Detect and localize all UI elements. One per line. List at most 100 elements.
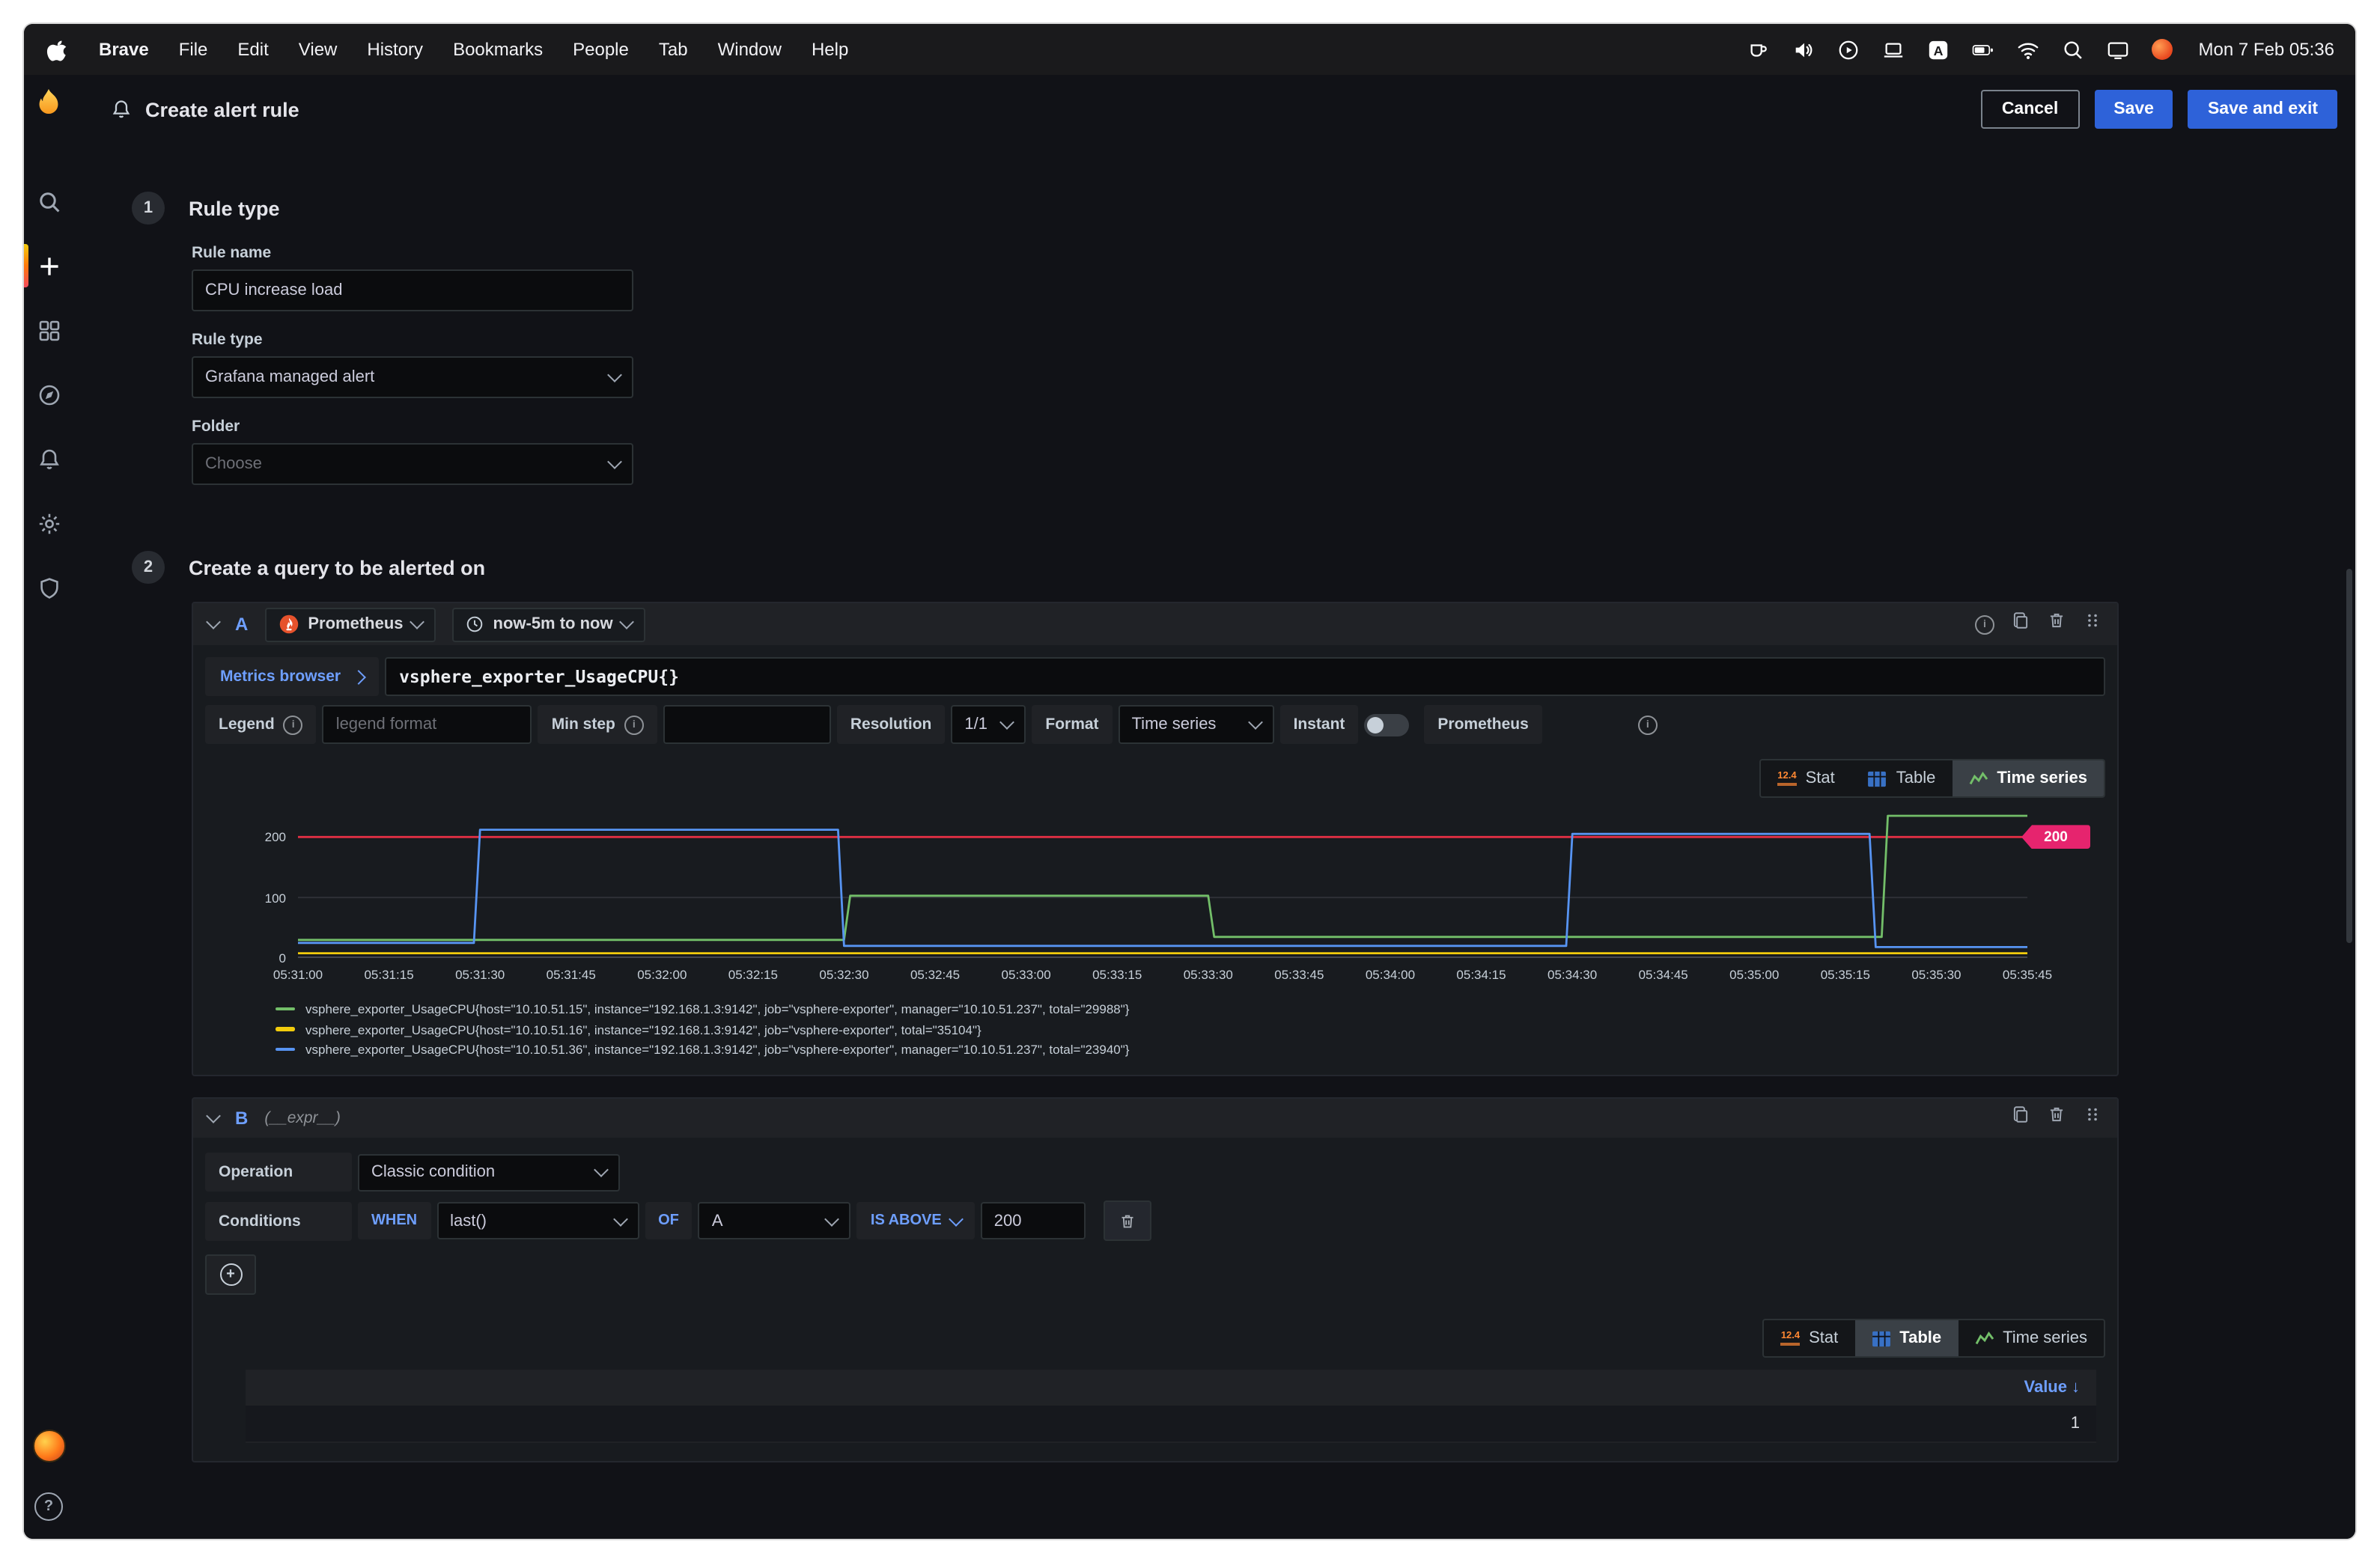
rule-name-label: Rule name [192,244,2355,262]
step-1-title: Rule type [189,197,280,219]
alert-bell-icon [111,99,132,120]
result-table-header[interactable]: Value↓ [246,1370,2096,1406]
menu-edit[interactable]: Edit [237,39,268,60]
timeseries-icon [1974,1330,1994,1346]
grafana-app: ? Create alert rule Cancel Save Save and… [24,75,2355,1539]
legend-item[interactable]: vsphere_exporter_UsageCPU{host="10.10.51… [276,1001,2105,1016]
cancel-button[interactable]: Cancel [1981,90,2079,129]
menu-tab[interactable]: Tab [659,39,688,60]
save-button[interactable]: Save [2094,90,2173,129]
rule-type-select[interactable]: Grafana managed alert [192,356,633,398]
format-select[interactable]: Time series [1119,705,1274,744]
legend-item[interactable]: vsphere_exporter_UsageCPU{host="10.10.51… [276,1022,2105,1037]
viz-stat-button[interactable]: 12.4Stat [1761,760,1851,796]
battery-icon[interactable] [1971,37,1995,61]
grafana-logo[interactable] [31,87,66,121]
operation-label: Operation [205,1153,352,1192]
scrollbar-thumb[interactable] [2346,569,2352,943]
help-icon[interactable]: ? [34,1492,63,1521]
operation-select[interactable]: Classic condition [358,1153,620,1191]
evaluator-select[interactable]: IS ABOVE [857,1202,975,1239]
viz-table-button[interactable]: Table [1854,1320,1958,1356]
info-icon[interactable]: i [284,715,303,734]
brave-profile-icon[interactable] [2151,37,2175,61]
menu-window[interactable]: Window [718,39,782,60]
spotlight-search-icon[interactable] [2061,37,2085,61]
legend-item[interactable]: vsphere_exporter_UsageCPU{host="10.10.51… [276,1042,2105,1057]
expression-b-panel: B (__expr__) Operation Classic c [192,1097,2119,1462]
threshold-input[interactable]: 200 [981,1202,1086,1239]
chevron-right-icon [350,669,365,684]
laptop-icon[interactable] [1881,37,1905,61]
delete-condition-button[interactable] [1104,1201,1151,1241]
threshold-handle[interactable]: 200 [2021,825,2090,849]
timeseries-chart: 010020005:31:0005:31:1505:31:3005:31:450… [205,813,2105,989]
sidebar-item-configuration[interactable] [24,491,73,555]
instant-toggle[interactable] [1364,713,1409,736]
sidebar-item-search[interactable] [24,169,73,234]
sidebar-item-alerting[interactable] [24,427,73,491]
alert-rule-form: 1 Rule type Rule name CPU increase load … [73,144,2355,1539]
add-condition-button[interactable]: + [205,1254,256,1295]
rule-name-input[interactable]: CPU increase load [192,269,633,311]
viz-timeseries-button[interactable]: Time series [1952,760,2104,796]
min-step-input[interactable] [663,705,831,744]
menu-brave[interactable]: Brave [99,39,149,60]
datasource-picker[interactable]: Prometheus [264,607,436,641]
info-icon[interactable]: i [1638,715,1658,734]
menu-bookmarks[interactable]: Bookmarks [453,39,543,60]
table-icon [1868,770,1887,787]
legend-format-input[interactable]: legend format [323,705,532,744]
conditions-label: Conditions [205,1201,352,1240]
record-icon[interactable] [1836,37,1860,61]
folder-label: Folder [192,418,2355,436]
delete-expression-icon[interactable] [2047,1105,2066,1132]
folder-select[interactable]: Choose [192,443,633,485]
menubar-clock[interactable]: Mon 7 Feb 05:36 [2199,39,2334,60]
collapse-icon[interactable] [206,1108,221,1123]
timeseries-icon [1968,770,1988,787]
info-icon[interactable]: i [624,715,644,734]
drag-handle-icon[interactable] [2083,611,2102,638]
resolution-select[interactable]: 1/1 [951,705,1026,744]
menu-help[interactable]: Help [812,39,848,60]
drag-handle-icon[interactable] [2083,1105,2102,1132]
browser-window: Brave File Edit View History Bookmarks People T… [24,24,2355,1539]
reducer-select[interactable]: last() [436,1202,639,1239]
viz-table-button[interactable]: Table [1851,760,1953,796]
resolution-label: Resolution [837,705,946,744]
menu-file[interactable]: File [179,39,208,60]
coffee-icon[interactable] [1747,37,1771,61]
viz-stat-button[interactable]: 12.4Stat [1765,1320,1854,1356]
table-icon [1871,1330,1890,1346]
query-ref-select[interactable]: A [699,1202,851,1239]
apple-menu-icon[interactable] [45,37,69,61]
user-avatar[interactable] [32,1430,65,1462]
save-and-exit-button[interactable]: Save and exit [2188,90,2337,129]
x-axis-tick: 05:31:45 [547,967,596,982]
plot-area[interactable] [298,813,2027,958]
sidebar-item-server-admin[interactable] [24,555,73,620]
when-operator[interactable]: WHEN [358,1202,430,1239]
duplicate-expression-icon[interactable] [2011,1105,2030,1132]
chevron-down-icon [825,1211,840,1226]
sidebar-item-dashboards[interactable] [24,298,73,362]
info-icon[interactable]: i [1975,614,1994,634]
collapse-icon[interactable] [206,614,221,629]
sidebar-item-explore[interactable] [24,362,73,427]
promql-query-input[interactable]: vsphere_exporter_UsageCPU{} [384,657,2105,696]
duplicate-query-icon[interactable] [2011,611,2030,638]
menu-people[interactable]: People [573,39,629,60]
menu-view[interactable]: View [299,39,338,60]
viz-timeseries-button[interactable]: Time series [1958,1320,2104,1356]
menu-history[interactable]: History [367,39,423,60]
screen-mirroring-icon[interactable] [2106,37,2130,61]
time-range-picker[interactable]: now-5m to now [453,607,646,641]
delete-query-icon[interactable] [2047,611,2066,638]
volume-icon[interactable] [1792,37,1816,61]
x-axis-tick: 05:34:30 [1547,967,1597,982]
sidebar-item-create[interactable] [24,234,73,298]
wifi-icon[interactable] [2016,37,2040,61]
input-source-icon[interactable]: A [1926,37,1950,61]
metrics-browser-button[interactable]: Metrics browser [205,657,378,696]
